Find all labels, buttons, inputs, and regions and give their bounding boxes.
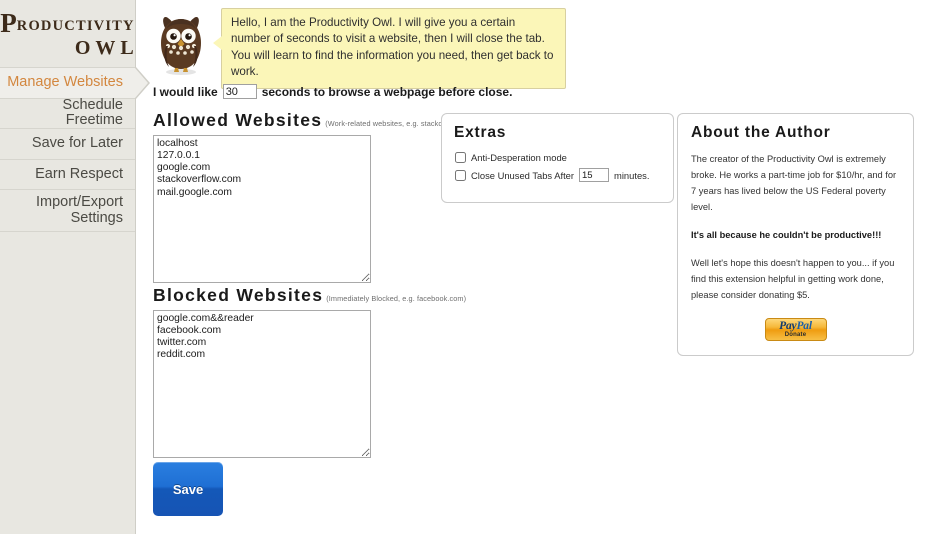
sidebar-item-label: Schedule Freetime xyxy=(62,97,123,129)
about-title: About the Author xyxy=(691,124,831,141)
paypal-donate-button[interactable]: PayPal Donate xyxy=(764,317,827,341)
blocked-websites-header: Blocked Websites (Immediately Blocked, e… xyxy=(153,285,466,306)
allowed-websites-section: Allowed Websites (Work-related websites,… xyxy=(153,110,485,283)
about-the-author-panel: About the Author The creator of the Prod… xyxy=(677,113,914,356)
extras-title: Extras xyxy=(454,124,507,141)
productivity-owl-options-page: PRODUCTIVITY OWL Manage Websites Schedul… xyxy=(0,0,930,534)
sidebar-item-manage-websites[interactable]: Manage Websites xyxy=(0,67,150,99)
allowed-websites-title: Allowed Websites xyxy=(153,110,323,130)
about-paragraph-3: Well let's hope this doesn't happen to y… xyxy=(691,257,895,300)
sidebar-item-earn-respect[interactable]: Earn Respect xyxy=(0,160,135,190)
about-paragraph-1: The creator of the Productivity Owl is e… xyxy=(691,154,897,212)
sidebar-item-label: Manage Websites xyxy=(7,74,123,91)
close-unused-tabs-row: Close Unused Tabs After minutes. xyxy=(454,168,661,182)
blocked-websites-subtitle: (Immediately Blocked, e.g. facebook.com) xyxy=(326,294,467,303)
close-unused-tabs-prefix-label: Close Unused Tabs After xyxy=(471,169,575,181)
logo-word-owl: OWL xyxy=(74,36,139,59)
sidebar-item-label: Import/Export xyxy=(35,194,123,211)
seconds-suffix-label: seconds to browse a webpage before close… xyxy=(261,84,513,99)
browse-seconds-input[interactable] xyxy=(222,84,257,99)
blocked-websites-title: Blocked Websites xyxy=(153,285,324,305)
anti-desperation-row: Anti-Desperation mode xyxy=(454,152,661,163)
browse-seconds-row: I would like seconds to browse a webpage… xyxy=(153,84,512,99)
paypal-pal-text: Pal xyxy=(796,320,812,333)
sidebar-item-import-export-settings[interactable]: Import/Export Settings xyxy=(0,190,135,232)
blocked-websites-section: Blocked Websites (Immediately Blocked, e… xyxy=(153,285,466,458)
main-content: Hello, I am the Productivity Owl. I will… xyxy=(137,0,930,534)
allowed-websites-header: Allowed Websites (Work-related websites,… xyxy=(153,110,485,131)
seconds-prefix-label: I would like xyxy=(153,84,218,99)
allowed-websites-textarea[interactable]: localhost 127.0.0.1 google.com stackover… xyxy=(153,135,371,283)
sidebar: PRODUCTIVITY OWL Manage Websites Schedul… xyxy=(0,0,150,534)
logo-word-productivity: RODUCTIVITY xyxy=(16,17,135,34)
paypal-pay-text: Pay xyxy=(779,320,797,333)
anti-desperation-checkbox[interactable] xyxy=(455,152,466,163)
about-paragraph-2: It's all because he couldn't be producti… xyxy=(691,229,882,240)
save-button[interactable]: Save xyxy=(153,462,223,516)
paypal-donate-text: Donate xyxy=(784,332,807,339)
sidebar-item-schedule-freetime[interactable]: Schedule Freetime xyxy=(0,97,135,129)
sidebar-item-label-line2: Settings xyxy=(70,209,123,226)
sidebar-item-label: Save for Later xyxy=(31,135,123,152)
owl-mascot-icon xyxy=(161,17,201,75)
close-unused-tabs-suffix-label: minutes. xyxy=(614,169,650,181)
owl-intro-row: Hello, I am the Productivity Owl. I will… xyxy=(155,8,575,89)
sidebar-item-save-for-later[interactable]: Save for Later xyxy=(0,129,135,160)
sidebar-item-label: Earn Respect xyxy=(35,165,123,182)
anti-desperation-label: Anti-Desperation mode xyxy=(471,152,567,163)
extras-panel: Extras Anti-Desperation mode Close Unuse… xyxy=(441,113,674,203)
logo-initial: P xyxy=(0,7,17,38)
close-unused-tabs-minutes-input[interactable] xyxy=(579,168,610,182)
app-logo: PRODUCTIVITY OWL xyxy=(0,0,135,68)
blocked-websites-textarea[interactable]: google.com&&reader facebook.com twitter.… xyxy=(153,310,371,458)
close-unused-tabs-checkbox[interactable] xyxy=(455,169,466,181)
paypal-wordmark: PayPal xyxy=(766,320,826,332)
owl-speech-bubble: Hello, I am the Productivity Owl. I will… xyxy=(213,8,566,89)
